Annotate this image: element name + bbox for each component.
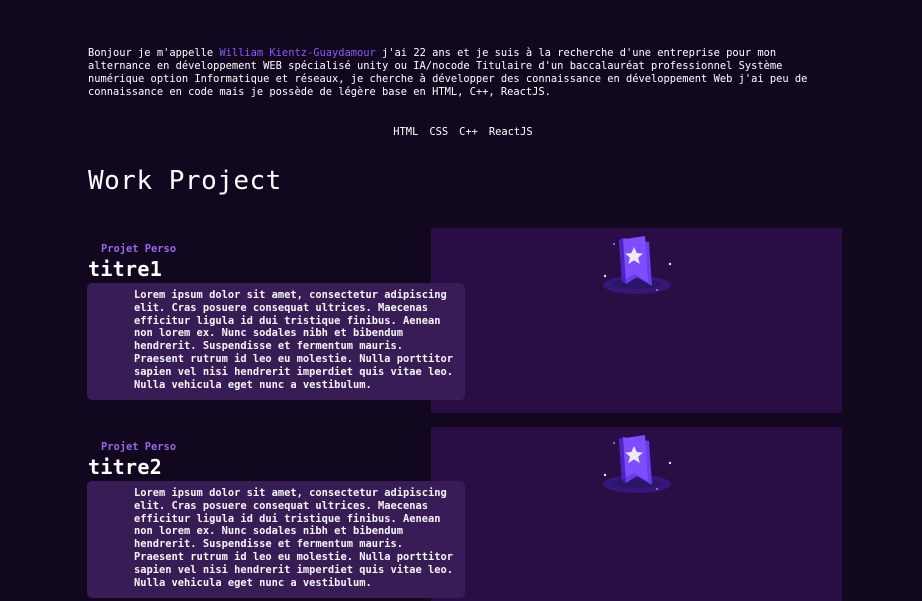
skill-css: CSS bbox=[429, 126, 449, 138]
author-name: William Kientz-Guaydamour bbox=[219, 47, 376, 59]
project-card[interactable]: Projet Perso titre2 Lorem ipsum dolor si… bbox=[0, 427, 922, 601]
project-description-card: Lorem ipsum dolor sit amet, consectetur … bbox=[87, 283, 465, 400]
project-description-card: Lorem ipsum dolor sit amet, consectetur … bbox=[87, 481, 465, 598]
project-image bbox=[431, 427, 842, 601]
project-description: Lorem ipsum dolor sit amet, consectetur … bbox=[134, 289, 454, 391]
project-title: titre1 bbox=[88, 257, 163, 281]
project-kicker: Projet Perso bbox=[101, 243, 177, 255]
project-image bbox=[431, 228, 842, 413]
project-title: titre2 bbox=[88, 455, 163, 479]
project-kicker: Projet Perso bbox=[101, 441, 177, 453]
project-card[interactable]: Projet Perso titre1 Lorem ipsum dolor si… bbox=[0, 228, 922, 413]
skill-reactjs: ReactJS bbox=[488, 126, 533, 138]
skill-html: HTML bbox=[393, 126, 419, 138]
intro-text-before: Bonjour je m'appelle bbox=[88, 47, 220, 59]
section-title: Work Project bbox=[88, 166, 282, 196]
project-description: Lorem ipsum dolor sit amet, consectetur … bbox=[134, 487, 454, 589]
star-badge-icon bbox=[603, 236, 672, 294]
star-badge-icon bbox=[603, 435, 672, 493]
portfolio-page: Bonjour je m'appelle William Kientz-Guay… bbox=[0, 0, 922, 601]
intro-paragraph: Bonjour je m'appelle William Kientz-Guay… bbox=[88, 47, 833, 99]
skill-cpp: C++ bbox=[459, 126, 478, 138]
skills-list: HTML CSS C++ ReactJS bbox=[0, 126, 922, 139]
